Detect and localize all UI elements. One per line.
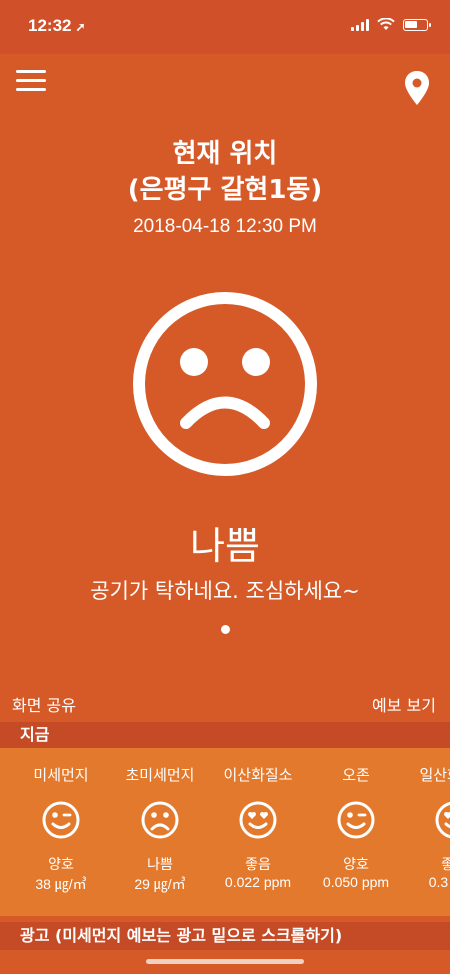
pollutant-value: 0.022 ppm xyxy=(224,874,292,890)
pollutant-grade: 양호 xyxy=(343,857,369,873)
pollutant-value: 0.050 ppm xyxy=(322,874,390,890)
pollutant-name: 미세먼지 xyxy=(33,766,89,784)
ad-section-header: 광고 (미세먼지 예보는 광고 밑으로 스크롤하기) xyxy=(0,922,450,950)
pollutant-name: 초미세먼지 xyxy=(125,766,195,784)
status-bar: 12:32 ➚ xyxy=(0,0,450,54)
title-line1: 현재 위치 xyxy=(172,139,278,169)
air-status-word: 나쁨 xyxy=(190,524,260,568)
pollutant-value: 38 ㎍/㎥ xyxy=(35,876,87,892)
signal-icon xyxy=(351,18,369,31)
air-status-message: 공기가 탁하네요. 조심하세요~ xyxy=(90,579,360,603)
heart-eyes-face-icon xyxy=(435,801,450,839)
title-line2: (은평구 갈현1동) xyxy=(127,175,323,205)
share-screen-button[interactable]: 화면 공유 xyxy=(12,692,76,716)
status-time: 12:32 ➚ xyxy=(28,16,86,35)
menu-button[interactable] xyxy=(16,70,46,94)
pollutant-name: 이산화질소 xyxy=(223,766,293,784)
pollutant-value: 0.3 ppm xyxy=(428,874,450,890)
page-indicator-dot[interactable] xyxy=(221,625,230,634)
sad-face-icon xyxy=(133,292,317,476)
forecast-button[interactable]: 예보 보기 xyxy=(372,692,436,716)
pollutant-value: 29 ㎍/㎥ xyxy=(134,876,186,892)
location-arrow-icon: ➚ xyxy=(75,20,86,34)
pollutant-name: 일산화탄소 xyxy=(419,766,450,784)
location-pin-icon[interactable] xyxy=(404,70,430,106)
pollutant-list[interactable]: 미세먼지 양호 38 ㎍/㎥ 초미세먼지 나쁨 29 ㎍/㎥ 이산화질소 좋음 … xyxy=(0,748,450,916)
pollutant-grade: 나쁨 xyxy=(147,857,173,873)
now-section-header: 지금 xyxy=(0,722,450,748)
sad-face-icon xyxy=(141,801,179,839)
pollutant-grade: 좋음 xyxy=(245,857,271,873)
wifi-icon xyxy=(377,18,395,30)
measurement-datetime: 2018-04-18 12:30 PM xyxy=(133,216,317,237)
home-indicator[interactable] xyxy=(146,959,304,964)
pollutant-grade: 좋음 xyxy=(441,857,450,873)
page-title: 현재 위치 (은평구 갈현1동) xyxy=(0,136,450,208)
pollutant-name: 오존 xyxy=(342,766,370,784)
status-icons xyxy=(351,18,431,31)
pollutant-grade: 양호 xyxy=(48,857,74,873)
wink-face-icon xyxy=(42,801,80,839)
battery-icon xyxy=(403,18,431,31)
wink-face-icon xyxy=(337,801,375,839)
heart-eyes-face-icon xyxy=(239,801,277,839)
